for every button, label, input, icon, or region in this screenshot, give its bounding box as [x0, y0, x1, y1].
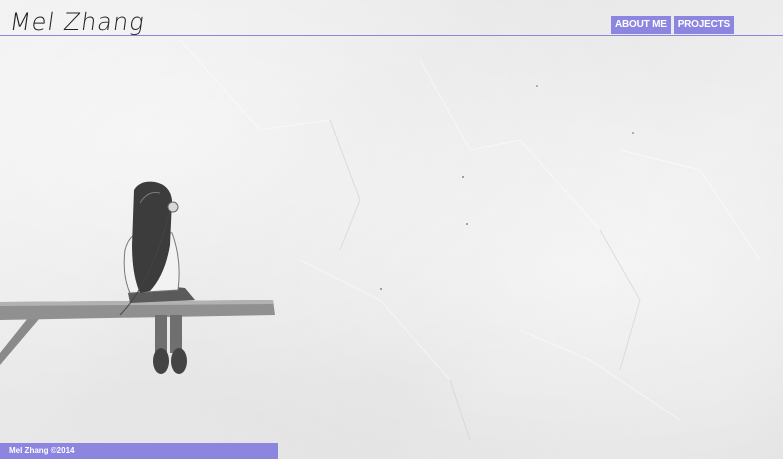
- girl-figure: [119, 181, 195, 374]
- nav-about-me[interactable]: ABOUT ME: [610, 16, 671, 34]
- footer-copyright: Mel Zhang ©2014: [0, 443, 278, 459]
- main-nav: ABOUT ME PROJECTS: [610, 16, 734, 34]
- girl-on-plank-illustration: [0, 181, 275, 374]
- plank-support: [0, 312, 45, 365]
- nav-projects[interactable]: PROJECTS: [673, 16, 734, 34]
- site-logo[interactable]: Mel Zhang: [8, 8, 147, 36]
